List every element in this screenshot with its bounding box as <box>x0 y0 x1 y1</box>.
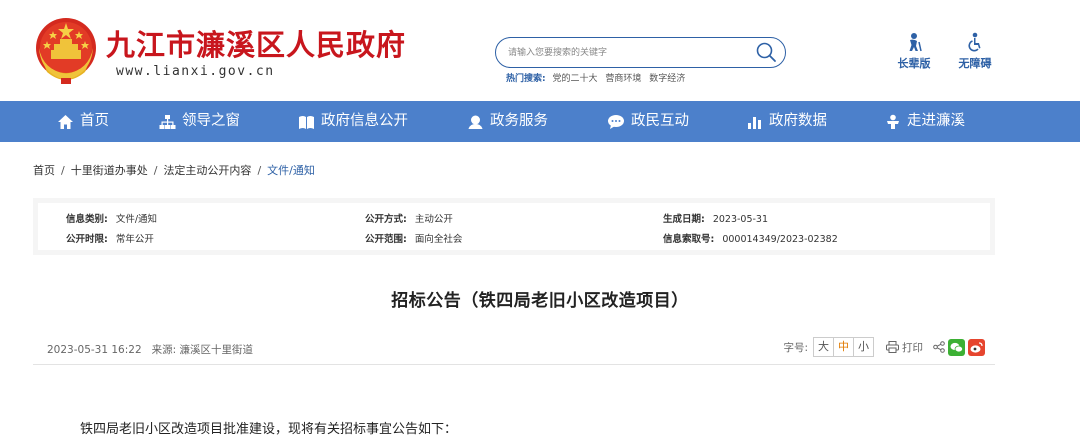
share-icon <box>933 341 945 353</box>
info-category: 信息类别: 文件/通知 <box>66 211 157 225</box>
nav-item-gov-info[interactable]: 政府信息公开 <box>298 101 408 142</box>
info-period: 公开时限: 常年公开 <box>66 231 154 245</box>
info-panel: 信息类别: 文件/通知 公开方式: 主动公开 生成日期: 2023-05-31 公开时… <box>33 198 995 255</box>
wechat-icon[interactable] <box>948 338 965 356</box>
info-period-value: 常年公开 <box>115 234 154 245</box>
breadcrumb: 首页 / 十里街道办事处 / 法定主动公开内容 / 文件/通知 <box>33 162 315 178</box>
book-icon <box>299 115 314 129</box>
breadcrumb-public-content[interactable]: 法定主动公开内容 <box>163 164 251 177</box>
hot-search-item[interactable]: 数字经济 <box>649 74 685 84</box>
font-size-large-button[interactable]: 大 <box>813 337 834 357</box>
nav-item-label: 政府信息公开 <box>321 113 408 129</box>
hot-search: 热门搜索: 党的二十大 营商环境 数字经济 <box>506 71 690 84</box>
bar-chart-icon <box>748 116 761 129</box>
person-icon <box>887 114 899 129</box>
info-method-value: 主动公开 <box>414 214 453 225</box>
article-meta-left: 2023-05-31 16:22 来源: 濂溪区十里街道 <box>47 342 253 357</box>
print-label: 打印 <box>902 341 923 354</box>
info-category-label: 信息类别: <box>66 214 108 225</box>
search-icon[interactable] <box>755 41 777 63</box>
printer-icon <box>886 341 899 353</box>
nav-item-label: 首页 <box>80 113 109 129</box>
national-emblem-icon <box>36 18 96 84</box>
nav-item-label: 政务服务 <box>490 113 548 129</box>
breadcrumb-home[interactable]: 首页 <box>33 164 55 177</box>
nav-item-about[interactable]: 走进濂溪 <box>885 101 965 142</box>
nav-item-services[interactable]: 政务服务 <box>467 101 548 142</box>
nav-item-leaders[interactable]: 领导之窗 <box>159 101 240 142</box>
site-header: 九江市濂溪区人民政府 www.lianxi.gov.cn 热门搜索: 党的二十大… <box>0 0 1080 101</box>
wheelchair-icon <box>968 32 981 52</box>
font-size-medium-button[interactable]: 中 <box>833 337 854 357</box>
accessibility-label: 无障碍 <box>958 57 992 70</box>
article-title: 招标公告（铁四局老旧小区改造项目） <box>391 291 689 311</box>
service-icon <box>468 115 483 129</box>
info-panel-inner: 信息类别: 文件/通知 公开方式: 主动公开 生成日期: 2023-05-31 公开时… <box>38 203 990 250</box>
nav-item-label: 走进濂溪 <box>907 113 965 129</box>
nav-item-label: 政府数据 <box>769 113 827 129</box>
share-group <box>933 338 985 356</box>
nav-item-label: 政民互动 <box>631 113 689 129</box>
info-index: 信息索取号: 000014349/2023-02382 <box>663 231 838 245</box>
info-index-label: 信息索取号: <box>663 234 715 245</box>
search-box <box>495 37 786 68</box>
info-method-label: 公开方式: <box>365 214 407 225</box>
nav-item-data[interactable]: 政府数据 <box>747 101 827 142</box>
accessibility-button[interactable]: 无障碍 <box>953 32 997 71</box>
search-input[interactable] <box>508 44 748 61</box>
breadcrumb-street-office[interactable]: 十里街道办事处 <box>71 164 148 177</box>
main-nav: 首页 领导之窗 政府信息公开 政务服务 政民互动 政府数据 走进濂溪 <box>0 101 1080 142</box>
info-category-value: 文件/通知 <box>115 214 158 225</box>
hot-search-item[interactable]: 营商环境 <box>605 74 641 84</box>
home-icon <box>58 114 73 129</box>
breadcrumb-separator: / <box>153 164 158 177</box>
article-tools: 字号: 大 中 小 打印 <box>783 336 985 358</box>
info-date-label: 生成日期: <box>663 214 705 225</box>
font-size-small-button[interactable]: 小 <box>853 337 874 357</box>
chat-icon <box>608 114 624 129</box>
site-title[interactable]: 九江市濂溪区人民政府 <box>106 22 406 64</box>
info-period-label: 公开时限: <box>66 234 108 245</box>
hot-search-label: 热门搜索: <box>506 74 546 84</box>
article-paragraph: 铁四局老旧小区改造项目批准建设，现将有关招标事宜公告如下： <box>80 422 458 437</box>
print-button[interactable]: 打印 <box>886 340 923 355</box>
info-index-value: 000014349/2023-02382 <box>722 234 838 245</box>
elder-icon <box>909 33 922 52</box>
article-datetime: 2023-05-31 16:22 <box>47 344 142 356</box>
breadcrumb-separator: / <box>257 164 262 177</box>
article-source: 来源: 濂溪区十里街道 <box>151 344 253 356</box>
info-date-value: 2023-05-31 <box>712 214 769 225</box>
site-url: www.lianxi.gov.cn <box>116 64 275 79</box>
info-method: 公开方式: 主动公开 <box>365 211 453 225</box>
info-scope: 公开范围: 面向全社会 <box>365 231 462 245</box>
elder-mode-label: 长辈版 <box>897 57 931 70</box>
weibo-icon[interactable] <box>968 338 985 356</box>
nav-item-home[interactable]: 首页 <box>57 101 109 142</box>
nav-item-label: 领导之窗 <box>182 113 240 129</box>
article-meta: 2023-05-31 16:22 来源: 濂溪区十里街道 字号: 大 中 小 打印 <box>33 333 995 365</box>
breadcrumb-separator: / <box>61 164 65 177</box>
info-date: 生成日期: 2023-05-31 <box>663 211 768 225</box>
hot-search-item[interactable]: 党的二十大 <box>552 74 597 84</box>
font-size-label: 字号: <box>783 341 808 354</box>
elder-mode-button[interactable]: 长辈版 <box>892 32 936 71</box>
nav-item-interaction[interactable]: 政民互动 <box>607 101 689 142</box>
org-chart-icon <box>159 114 176 129</box>
breadcrumb-current[interactable]: 文件/通知 <box>267 164 315 177</box>
info-scope-label: 公开范围: <box>365 234 407 245</box>
info-scope-value: 面向全社会 <box>414 234 463 245</box>
